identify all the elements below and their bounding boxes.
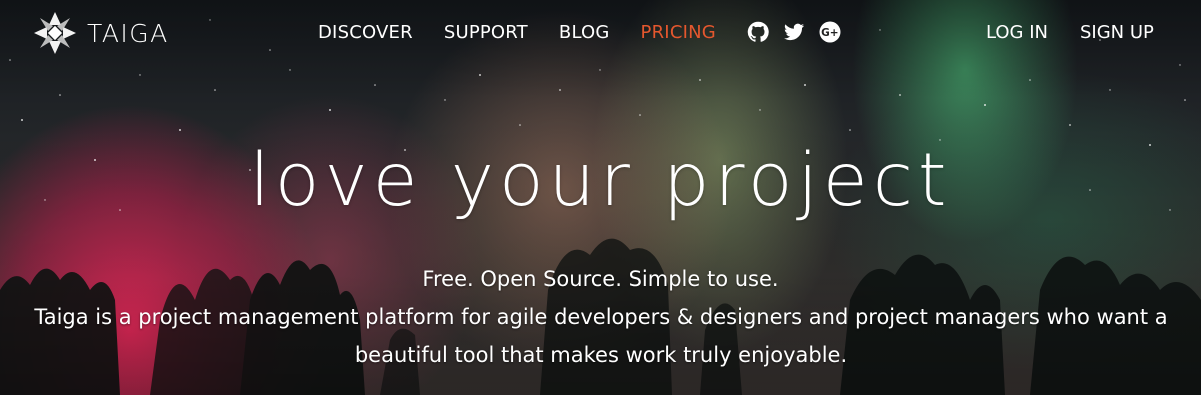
social-links: G+ <box>746 20 854 44</box>
brand-logo[interactable]: TAIGA <box>31 10 169 56</box>
nav-link-support[interactable]: SUPPORT <box>444 20 528 46</box>
twitter-icon[interactable] <box>782 20 806 44</box>
nav-link-pricing[interactable]: PRICING <box>641 20 716 46</box>
login-link[interactable]: LOG IN <box>986 20 1048 46</box>
hero-headline: love your project <box>249 138 952 223</box>
signup-link[interactable]: SIGN UP <box>1080 20 1154 46</box>
main-menu: DISCOVER SUPPORT BLOG PRICING <box>318 20 747 46</box>
google-plus-icon[interactable]: G+ <box>818 20 842 44</box>
nav-link-discover[interactable]: DISCOVER <box>318 20 413 46</box>
svg-text:G+: G+ <box>821 27 838 39</box>
nav-link-blog[interactable]: BLOG <box>559 20 610 46</box>
github-icon[interactable] <box>746 20 770 44</box>
taiga-star-icon <box>34 12 76 54</box>
brand-name: TAIGA <box>87 18 169 48</box>
hero-description: Taiga is a project management platform f… <box>34 305 1168 367</box>
top-navigation: TAIGA DISCOVER SUPPORT BLOG PRICING G+ L… <box>0 0 1201 66</box>
auth-links: LOG IN SIGN UP <box>986 20 1186 46</box>
hero-tagline: Free. Open Source. Simple to use. <box>422 267 779 291</box>
